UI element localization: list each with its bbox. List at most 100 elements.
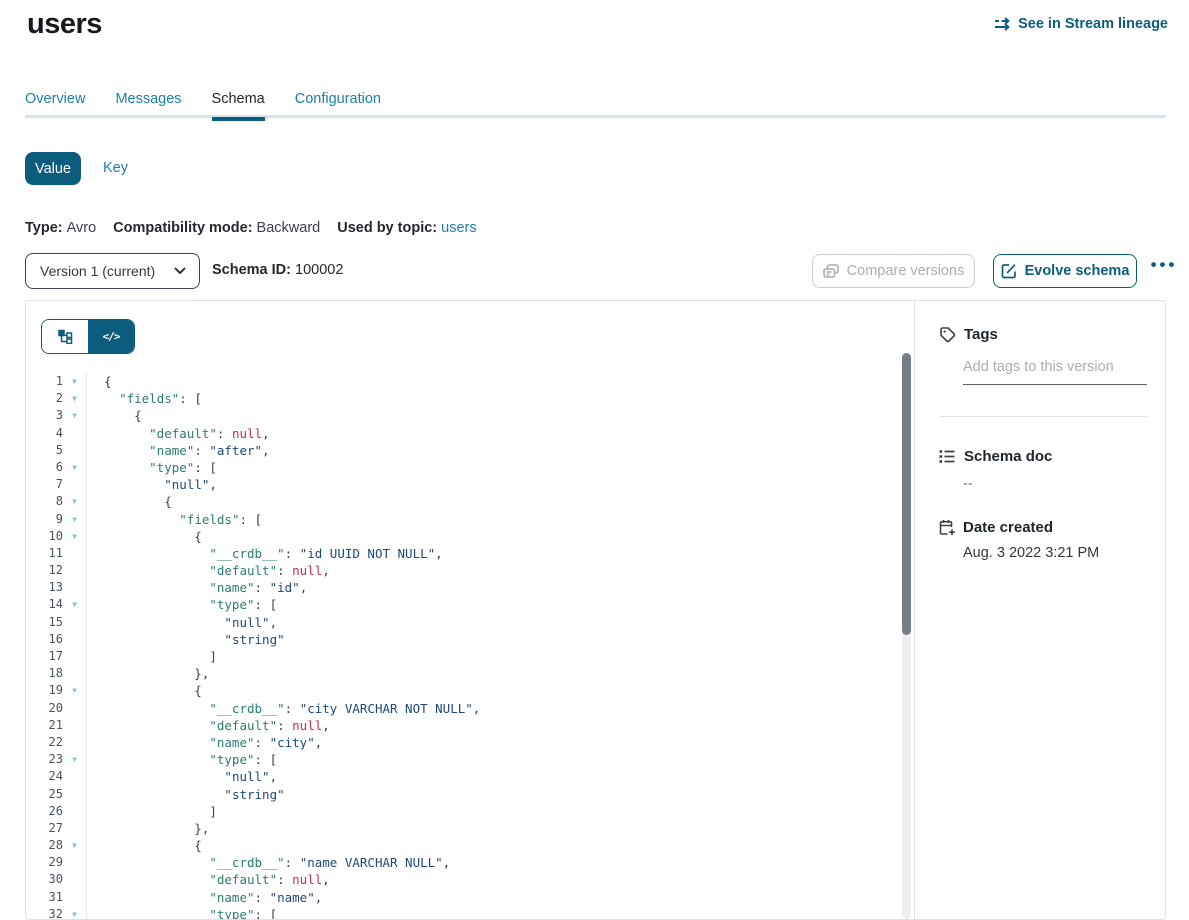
code-line: 17 ]	[26, 648, 894, 665]
line-number: 12	[26, 562, 63, 579]
fold-gutter	[63, 717, 87, 734]
code-line: 21 "default": null,	[26, 717, 894, 734]
code-text: "__crdb__": "name VARCHAR NULL",	[87, 854, 450, 871]
code-text: "default": null,	[87, 562, 330, 579]
line-number: 2	[26, 390, 63, 407]
code-line: 25 "string"	[26, 786, 894, 803]
tab-overview[interactable]: Overview	[25, 91, 85, 121]
fold-arrow-icon[interactable]: ▼	[63, 906, 87, 919]
fold-gutter	[63, 871, 87, 888]
fold-arrow-icon[interactable]: ▼	[63, 751, 87, 768]
key-toggle-link[interactable]: Key	[103, 160, 128, 176]
code-text: {	[87, 682, 202, 699]
schema-json-code: 1▼{2▼ "fields": [3▼ {4 "default": null,5…	[26, 373, 894, 919]
tab-configuration[interactable]: Configuration	[295, 91, 381, 121]
code-text: {	[87, 373, 112, 390]
tab-schema[interactable]: Schema	[212, 91, 265, 121]
fold-arrow-icon[interactable]: ▼	[63, 493, 87, 510]
code-line: 6▼ "type": [	[26, 459, 894, 476]
topic-tabs: Overview Messages Schema Configuration	[25, 91, 381, 121]
fold-arrow-icon[interactable]: ▼	[63, 511, 87, 528]
fold-gutter	[63, 854, 87, 871]
code-line: 10▼ {	[26, 528, 894, 545]
line-number: 4	[26, 425, 63, 442]
line-number: 7	[26, 476, 63, 493]
code-line: 15 "null",	[26, 614, 894, 631]
code-line: 32▼ "type": [	[26, 906, 894, 919]
line-number: 31	[26, 889, 63, 906]
code-view-button[interactable]: </>	[88, 320, 134, 353]
fold-gutter	[63, 545, 87, 562]
fold-gutter	[63, 768, 87, 785]
tab-messages[interactable]: Messages	[115, 91, 181, 121]
version-select[interactable]: Version 1 (current)	[25, 253, 200, 289]
schema-doc-value: --	[963, 476, 1147, 492]
fold-arrow-icon[interactable]: ▼	[63, 837, 87, 854]
sitemap-icon	[58, 329, 73, 344]
evolve-schema-button[interactable]: Evolve schema	[993, 254, 1137, 288]
code-line: 4 "default": null,	[26, 425, 894, 442]
code-line: 8▼ {	[26, 493, 894, 510]
fold-gutter	[63, 700, 87, 717]
fold-gutter	[63, 665, 87, 682]
fold-gutter	[63, 786, 87, 803]
topic-users-link[interactable]: users	[441, 220, 476, 236]
line-number: 8	[26, 493, 63, 510]
add-tags-input[interactable]	[963, 357, 1147, 385]
code-text: ]	[87, 648, 217, 665]
code-line: 11 "__crdb__": "id UUID NOT NULL",	[26, 545, 894, 562]
editor-scrollbar-thumb[interactable]	[902, 353, 911, 635]
type-field: Type:Avro	[25, 220, 96, 236]
code-text: {	[87, 528, 202, 545]
code-text: },	[87, 820, 209, 837]
code-icon: </>	[103, 330, 120, 343]
fold-arrow-icon[interactable]: ▼	[63, 682, 87, 699]
code-line: 31 "name": "name",	[26, 889, 894, 906]
fold-arrow-icon[interactable]: ▼	[63, 596, 87, 613]
code-line: 2▼ "fields": [	[26, 390, 894, 407]
used-by-topic-field: Used by topic:users	[337, 220, 476, 236]
code-line: 20 "__crdb__": "city VARCHAR NOT NULL",	[26, 700, 894, 717]
line-number: 25	[26, 786, 63, 803]
see-in-stream-lineage-link[interactable]: See in Stream lineage	[994, 16, 1168, 32]
fold-gutter	[63, 631, 87, 648]
tag-icon	[939, 326, 956, 343]
code-text: ]	[87, 803, 217, 820]
code-line: 24 "null",	[26, 768, 894, 785]
schema-code-pane: </> 1▼{2▼ "fields": [3▼ {4 "default": nu…	[26, 301, 914, 919]
fold-arrow-icon[interactable]: ▼	[63, 390, 87, 407]
fold-arrow-icon[interactable]: ▼	[63, 373, 87, 390]
schema-json-editor[interactable]: 1▼{2▼ "fields": [3▼ {4 "default": null,5…	[26, 373, 894, 919]
code-line: 9▼ "fields": [	[26, 511, 894, 528]
line-number: 17	[26, 648, 63, 665]
fold-arrow-icon[interactable]: ▼	[63, 407, 87, 424]
fold-arrow-icon[interactable]: ▼	[63, 528, 87, 545]
code-text: "fields": [	[87, 390, 202, 407]
date-created-value: Aug. 3 2022 3:21 PM	[963, 545, 1147, 561]
line-number: 18	[26, 665, 63, 682]
list-icon	[939, 449, 956, 464]
editor-view-toggle: </>	[41, 319, 135, 354]
schema-id: Schema ID: 100002	[212, 262, 343, 278]
fold-gutter	[63, 442, 87, 459]
fold-gutter	[63, 648, 87, 665]
line-number: 16	[26, 631, 63, 648]
code-line: 19▼ {	[26, 682, 894, 699]
tree-view-button[interactable]	[42, 320, 88, 353]
line-number: 26	[26, 803, 63, 820]
line-number: 27	[26, 820, 63, 837]
code-text: "name": "city",	[87, 734, 322, 751]
fold-gutter	[63, 889, 87, 906]
code-text: "default": null,	[87, 871, 330, 888]
editor-scrollbar-track[interactable]	[902, 353, 911, 919]
code-line: 5 "name": "after",	[26, 442, 894, 459]
code-line: 13 "name": "id",	[26, 579, 894, 596]
code-text: "type": [	[87, 596, 277, 613]
value-toggle-button[interactable]: Value	[25, 152, 81, 185]
line-number: 1	[26, 373, 63, 390]
fold-arrow-icon[interactable]: ▼	[63, 459, 87, 476]
more-actions-menu-button[interactable]: •••	[1146, 255, 1182, 275]
compare-versions-button[interactable]: Compare versions	[812, 254, 975, 288]
code-text: "string"	[87, 631, 285, 648]
code-text: },	[87, 665, 209, 682]
